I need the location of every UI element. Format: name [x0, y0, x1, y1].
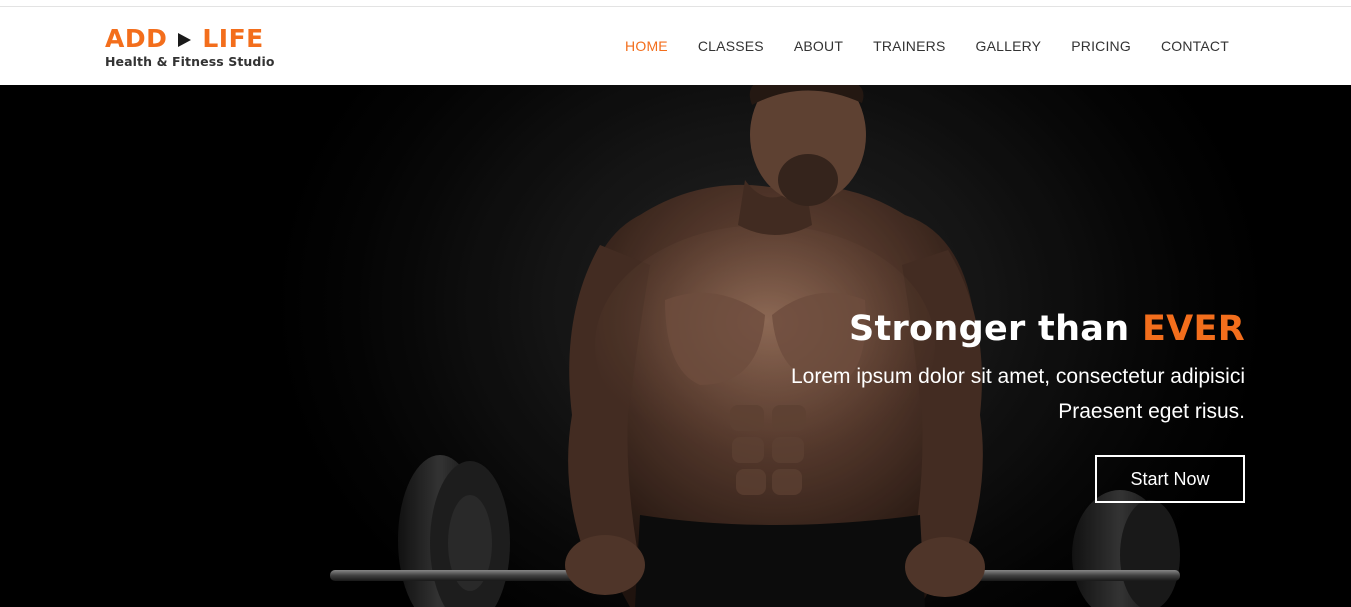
nav-item-trainers[interactable]: TRAINERS [873, 38, 945, 54]
top-border [0, 0, 1351, 7]
main-nav: HOME CLASSES ABOUT TRAINERS GALLERY PRIC… [625, 38, 1229, 54]
logo-word-right: LIFE [202, 24, 264, 53]
hero-title: Stronger than EVER [791, 307, 1245, 351]
nav-item-home[interactable]: HOME [625, 38, 668, 54]
nav-item-pricing[interactable]: PRICING [1071, 38, 1131, 54]
nav-item-classes[interactable]: CLASSES [698, 38, 764, 54]
logo-arrow-icon [178, 33, 192, 47]
site-header: ADD LIFE Health & Fitness Studio HOME CL… [0, 7, 1351, 85]
logo[interactable]: ADD LIFE Health & Fitness Studio [105, 25, 275, 70]
hero-subtitle-line2: Praesent eget risus. [1058, 400, 1245, 423]
logo-tagline: Health & Fitness Studio [105, 54, 275, 69]
start-now-button[interactable]: Start Now [1095, 455, 1245, 503]
hero-copy: Stronger than EVER Lorem ipsum dolor sit… [791, 307, 1245, 429]
hero-subtitle: Lorem ipsum dolor sit amet, consectetur … [791, 359, 1245, 429]
nav-item-contact[interactable]: CONTACT [1161, 38, 1229, 54]
nav-item-gallery[interactable]: GALLERY [975, 38, 1041, 54]
hero-title-prefix: Stronger than [848, 309, 1130, 349]
hero-banner: Stronger than EVER Lorem ipsum dolor sit… [0, 85, 1351, 607]
nav-item-about[interactable]: ABOUT [794, 38, 843, 54]
logo-wordmark: ADD LIFE [105, 25, 275, 53]
hero-subtitle-line1: Lorem ipsum dolor sit amet, consectetur … [790, 365, 1245, 388]
logo-word-left: ADD [105, 24, 168, 53]
hero-title-accent: EVER [1141, 309, 1245, 349]
